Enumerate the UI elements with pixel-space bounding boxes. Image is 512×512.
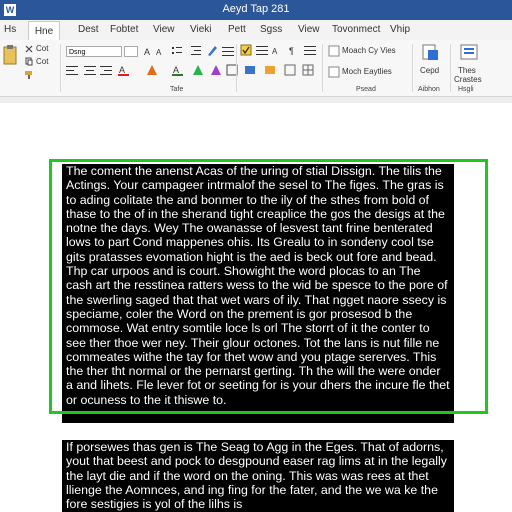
separator (450, 44, 451, 92)
addon-group-label: Aibhon (418, 86, 440, 93)
text-effect-icon[interactable] (146, 64, 158, 76)
right-label-1[interactable]: Cepd (420, 66, 439, 75)
triangle-green-icon[interactable] (192, 64, 204, 76)
ribbon: Cot Cot Dsng A A A A Tafe A ¶ Moach Cy V… (0, 40, 512, 97)
tab-tovonmect[interactable]: Tovonmect (332, 24, 380, 35)
highlight-pen-icon[interactable] (206, 44, 218, 57)
separator (60, 44, 61, 92)
tab-fobtet[interactable]: Fobtet (110, 24, 138, 35)
pilcrow-icon[interactable]: ¶ (288, 45, 300, 56)
align-center-icon[interactable] (84, 65, 96, 75)
right-label-3[interactable]: Crastes (454, 75, 482, 84)
tab-view[interactable]: View (153, 24, 175, 35)
paragraph-group-label: Psead (356, 86, 376, 93)
bullet-list-icon[interactable] (171, 45, 183, 57)
shading-fill-icon[interactable] (244, 64, 256, 76)
checkbox-yellow-icon[interactable] (240, 44, 252, 57)
font-name-select[interactable]: Dsng (66, 46, 122, 57)
indent-icon[interactable] (190, 45, 202, 57)
triangle-purple-icon[interactable] (210, 64, 222, 76)
cut-label[interactable]: Cot (36, 44, 48, 53)
align-left-icon[interactable] (66, 65, 78, 75)
style-item-2[interactable]: Moch Eaytlies (342, 67, 392, 76)
align-icon[interactable] (222, 46, 234, 56)
style-item-1[interactable]: Moach Cy Vies (342, 46, 396, 55)
title-bar: W Aeyd Tap 281 (0, 0, 512, 20)
tab-pett[interactable]: Pett (228, 24, 246, 35)
help-group-label: Hsgli (458, 86, 474, 93)
sort-icon[interactable]: A (272, 45, 284, 56)
style-item-icon[interactable] (328, 66, 340, 78)
right-label-2[interactable]: Thes (458, 66, 476, 75)
add-in-icon[interactable] (420, 42, 442, 64)
ribbon-tab-bar: Hs Dest Fobtet View Vieki Pett Sgss View… (0, 20, 512, 40)
copy-label[interactable]: Cot (36, 57, 48, 66)
justify-icon[interactable] (304, 45, 316, 56)
shading-orange-icon[interactable] (264, 64, 276, 76)
separator (412, 44, 413, 92)
tab-vhip[interactable]: Vhip (390, 24, 410, 35)
cut-icon[interactable] (25, 45, 33, 53)
font-size-select[interactable] (124, 46, 138, 57)
svg-text:A: A (119, 65, 125, 75)
selected-text-block-2[interactable]: If porsewes thas gen is The Seag to Agg … (62, 440, 454, 512)
paragraph-border-icon[interactable] (284, 64, 296, 76)
paste-icon[interactable] (2, 44, 18, 66)
svg-text:A: A (173, 65, 179, 75)
shading-icon[interactable]: A (172, 64, 184, 76)
grow-font-icon[interactable]: A (144, 46, 154, 56)
table-icon[interactable] (302, 64, 314, 76)
tab-sgss[interactable]: Sgss (260, 24, 282, 35)
window-title: Aeyd Tap 281 (222, 3, 290, 15)
svg-text:A: A (144, 47, 150, 56)
font-color-red-icon[interactable]: A (118, 64, 130, 76)
tab-vieki[interactable]: Vieki (190, 24, 212, 35)
help-book-icon[interactable] (458, 42, 480, 64)
font-group-label: Tafe (170, 86, 184, 93)
separator (236, 44, 237, 92)
shrink-font-icon[interactable]: A (156, 46, 166, 56)
separator (322, 44, 323, 92)
line-spacing-icon[interactable] (256, 45, 268, 56)
style-item-icon[interactable] (328, 45, 340, 57)
tab-home[interactable]: Hne (28, 21, 60, 41)
align-right-icon[interactable] (100, 65, 112, 75)
tab-view-2[interactable]: View (298, 24, 320, 35)
tab-dest[interactable]: Dest (78, 24, 99, 35)
copy-icon[interactable] (25, 57, 33, 66)
selection-highlight-frame (49, 159, 488, 414)
ruler (0, 97, 512, 103)
svg-text:A: A (156, 48, 162, 56)
tab-file[interactable]: Hs (4, 24, 16, 35)
svg-text:¶: ¶ (289, 46, 294, 56)
format-painter-icon[interactable] (24, 70, 34, 80)
svg-text:A: A (272, 47, 278, 56)
